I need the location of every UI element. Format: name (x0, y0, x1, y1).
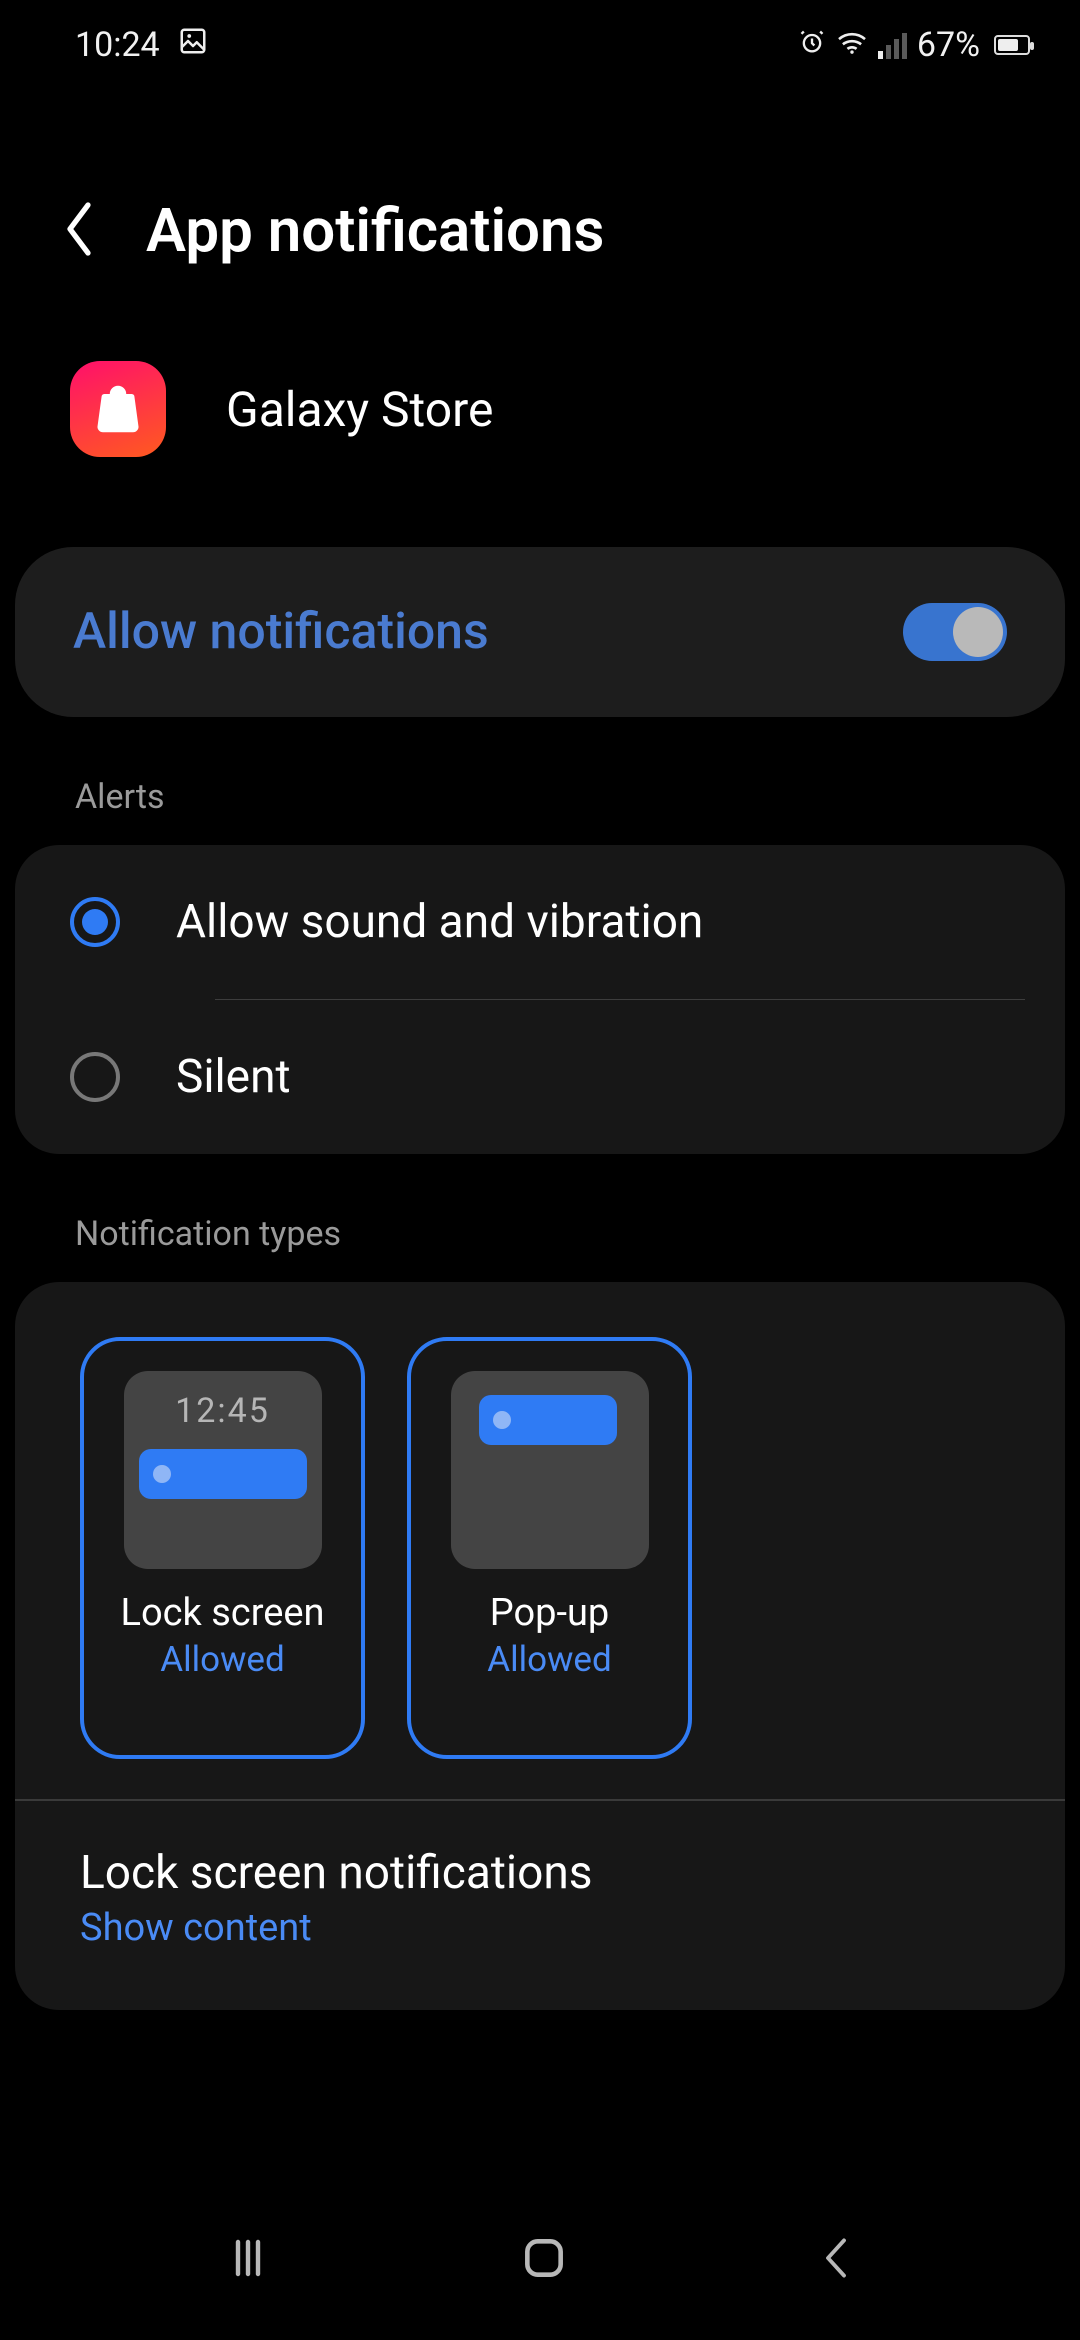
page-title: App notifications (146, 195, 604, 266)
divider (15, 1799, 1065, 1801)
type-lock-screen-status: Allowed (160, 1639, 284, 1680)
lock-screen-notifications-label: Lock screen notifications (80, 1846, 1000, 1900)
types-card: 12:45 Lock screen Allowed Pop-up Allowed… (15, 1282, 1065, 2010)
popup-preview-icon (451, 1371, 649, 1569)
status-right: 67% (798, 25, 1030, 65)
alerts-section-title: Alerts (0, 777, 1080, 817)
alert-silent[interactable]: Silent (15, 1000, 1065, 1154)
alert-sound-vibration-label: Allow sound and vibration (176, 895, 703, 949)
navigation-bar (0, 2200, 1080, 2340)
back-button[interactable] (816, 2234, 856, 2286)
status-left: 10:24 (75, 25, 208, 65)
type-boxes: 12:45 Lock screen Allowed Pop-up Allowed (80, 1337, 1000, 1759)
picture-icon (178, 25, 208, 65)
allow-notifications-row[interactable]: Allow notifications (15, 547, 1065, 717)
type-popup-label: Pop-up (490, 1591, 610, 1635)
back-icon[interactable] (60, 199, 98, 263)
header: App notifications (0, 195, 1080, 266)
alarm-icon (798, 25, 826, 65)
battery-icon (994, 35, 1030, 55)
allow-notifications-toggle[interactable] (903, 603, 1007, 661)
recents-button[interactable] (224, 2234, 272, 2286)
alerts-card: Allow sound and vibration Silent (15, 845, 1065, 1154)
lock-screen-notifications-subtitle: Show content (80, 1906, 1000, 1950)
status-bar: 10:24 67% (0, 0, 1080, 90)
battery-percentage: 67% (917, 25, 980, 65)
lock-screen-preview-icon: 12:45 (124, 1371, 322, 1569)
type-popup[interactable]: Pop-up Allowed (407, 1337, 692, 1759)
type-lock-screen[interactable]: 12:45 Lock screen Allowed (80, 1337, 365, 1759)
signal-icon (878, 31, 907, 59)
type-popup-status: Allowed (487, 1639, 611, 1680)
type-lock-screen-label: Lock screen (120, 1591, 324, 1635)
home-button[interactable] (519, 2233, 569, 2287)
preview-time: 12:45 (175, 1391, 270, 1431)
status-time: 10:24 (75, 25, 160, 65)
allow-notifications-label: Allow notifications (73, 603, 489, 661)
app-identity: Galaxy Store (0, 361, 1080, 457)
lock-screen-notifications-row[interactable]: Lock screen notifications Show content (80, 1846, 1000, 1950)
alert-silent-label: Silent (176, 1050, 291, 1104)
galaxy-store-icon (70, 361, 166, 457)
app-name: Galaxy Store (226, 381, 493, 438)
radio-unselected-icon[interactable] (70, 1052, 120, 1102)
alert-sound-vibration[interactable]: Allow sound and vibration (15, 845, 1065, 999)
types-section-title: Notification types (0, 1214, 1080, 1254)
radio-selected-icon[interactable] (70, 897, 120, 947)
wifi-icon (836, 25, 868, 65)
